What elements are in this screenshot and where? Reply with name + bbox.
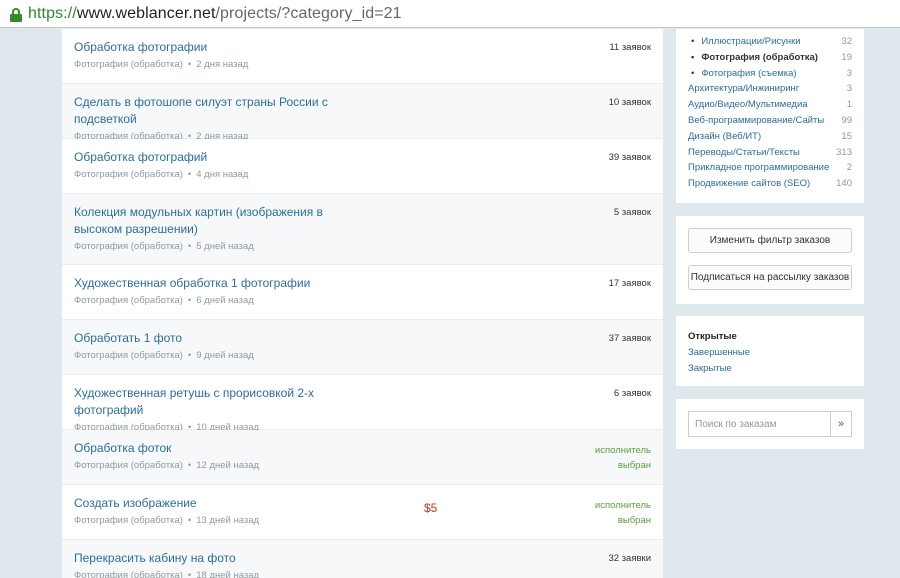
project-meta: Фотография (обработка) • 9 дней назад [74, 350, 651, 361]
project-row: Обработать 1 фото Фотография (обработка)… [62, 320, 663, 375]
project-time: 12 дней назад [196, 460, 260, 471]
separator-dot: • [187, 295, 192, 306]
project-price: $5 [424, 501, 438, 515]
project-title-link[interactable]: Обработать 1 фото [74, 330, 374, 347]
bids-count: 39 заявок [608, 152, 651, 163]
project-title-link[interactable]: Перекрасить кабину на фото [74, 550, 374, 567]
project-row: Создать изображение Фотография (обработк… [62, 485, 663, 540]
category-panel: Иллюстрации/Рисунки32 Фотография (обрабо… [676, 29, 864, 203]
address-bar[interactable]: https://www.weblancer.net/projects/?cate… [0, 0, 900, 28]
project-title-link[interactable]: Художественная ретушь с прорисовкой 2-х … [74, 385, 374, 419]
separator-dot: • [187, 241, 192, 252]
separator-dot: • [187, 59, 192, 70]
freelancer-selected-status: исполнитель выбран [594, 445, 651, 471]
project-row: Художественная ретушь с прорисовкой 2-х … [62, 375, 663, 433]
project-category[interactable]: Фотография (обработка) [74, 295, 183, 306]
search-panel: » [676, 399, 864, 449]
bids-count: 37 заявок [608, 333, 651, 344]
project-title-link[interactable]: Колекция модульных картин (изображения в… [74, 204, 374, 238]
category-item[interactable]: Фотография (съемка)3 [688, 66, 852, 82]
separator-dot: • [187, 515, 192, 526]
project-title-link[interactable]: Художественная обработка 1 фотографии [74, 275, 374, 292]
url-text[interactable]: https://www.weblancer.net/projects/?cate… [28, 5, 402, 23]
project-title-link[interactable]: Создать изображение [74, 495, 374, 512]
project-meta: Фотография (обработка) • 12 дней назад [74, 460, 651, 471]
project-time: 18 дней назад [196, 570, 260, 578]
project-time: 13 дней назад [196, 515, 260, 526]
status-closed[interactable]: Закрытые [688, 361, 852, 377]
search-input[interactable] [688, 411, 830, 437]
separator-dot: • [187, 350, 192, 361]
status-filter-panel: Открытые Завершенные Закрытые [676, 316, 864, 386]
project-category[interactable]: Фотография (обработка) [74, 570, 183, 578]
project-row: Обработка фоток Фотография (обработка) • 1… [62, 430, 663, 485]
project-row: Обработка фотографии Фотография (обработ… [62, 29, 663, 84]
bids-count: 32 заявки [608, 553, 652, 564]
project-row: Сделать в фотошопе силуэт страны России … [62, 84, 663, 142]
lock-icon [10, 7, 22, 22]
bids-count: 17 заявок [608, 278, 651, 289]
project-title-link[interactable]: Обработка фотографии [74, 39, 374, 56]
project-title-link[interactable]: Обработка фотографий [74, 149, 374, 166]
project-time: 6 дней назад [196, 295, 254, 306]
project-category[interactable]: Фотография (обработка) [74, 460, 183, 471]
category-item[interactable]: Продвижение сайтов (SEO) 140 [688, 176, 852, 192]
project-row: Обработка фотографий Фотография (обработ… [62, 139, 663, 194]
project-category[interactable]: Фотография (обработка) [74, 59, 183, 70]
project-category[interactable]: Фотография (обработка) [74, 241, 183, 252]
freelancer-selected-status: исполнитель выбран [594, 500, 651, 526]
separator-dot: • [187, 169, 192, 180]
separator-dot: • [187, 570, 192, 578]
project-title-link[interactable]: Сделать в фотошопе силуэт страны России … [74, 94, 374, 128]
project-time: 2 дня назад [196, 59, 249, 70]
project-meta: Фотография (обработка) • 2 дня назад [74, 59, 651, 70]
bids-count: 6 заявок [613, 388, 651, 399]
bids-count: 10 заявок [608, 97, 651, 108]
project-title-link[interactable]: Обработка фоток [74, 440, 374, 457]
project-row: Художественная обработка 1 фотографии Фо… [62, 265, 663, 320]
bids-count: 5 заявок [613, 207, 651, 218]
category-item[interactable]: Дизайн (Веб/ИТ) 15 [688, 129, 852, 145]
status-completed[interactable]: Завершенные [688, 345, 852, 361]
project-meta: Фотография (обработка) • 4 дня назад [74, 169, 651, 180]
project-time: 5 дней назад [196, 241, 254, 252]
separator-dot: • [187, 460, 192, 471]
bids-count: 11 заявок [609, 42, 651, 53]
category-item[interactable]: Архитектура/Инжиниринг 3 [688, 81, 852, 97]
project-category[interactable]: Фотография (обработка) [74, 350, 183, 361]
project-meta: Фотография (обработка) • 6 дней назад [74, 295, 651, 306]
project-row: Перекрасить кабину на фото Фотография (о… [62, 540, 663, 578]
project-meta: Фотография (обработка) • 5 дней назад [74, 241, 651, 252]
project-time: 9 дней назад [196, 350, 254, 361]
change-filter-button[interactable]: Изменить фильтр заказов [688, 228, 852, 253]
category-item[interactable]: Прикладное программирование 2 [688, 160, 852, 176]
category-item[interactable]: Аудио/Видео/Мультимедиа 1 [688, 97, 852, 113]
search-form: » [688, 411, 852, 437]
category-item[interactable]: Переводы/Статьи/Тексты 313 [688, 145, 852, 161]
project-category[interactable]: Фотография (обработка) [74, 515, 183, 526]
search-submit-button[interactable]: » [830, 411, 852, 437]
project-category[interactable]: Фотография (обработка) [74, 169, 183, 180]
actions-panel: Изменить фильтр заказов Подписаться на р… [676, 216, 864, 304]
project-time: 4 дня назад [196, 169, 249, 180]
project-list: Обработка фотографии Фотография (обработ… [62, 29, 663, 578]
subscribe-button[interactable]: Подписаться на рассылку заказов [688, 265, 852, 290]
category-item[interactable]: Веб-программирование/Сайты 99 [688, 113, 852, 129]
category-item[interactable]: Иллюстрации/Рисунки32 [688, 34, 852, 50]
status-open[interactable]: Открытые [688, 329, 852, 345]
project-meta: Фотография (обработка) • 18 дней назад [74, 570, 651, 578]
project-row: Колекция модульных картин (изображения в… [62, 194, 663, 265]
project-meta: Фотография (обработка) • 13 дней назад [74, 515, 651, 526]
category-item-active[interactable]: Фотография (обработка)19 [688, 50, 852, 66]
